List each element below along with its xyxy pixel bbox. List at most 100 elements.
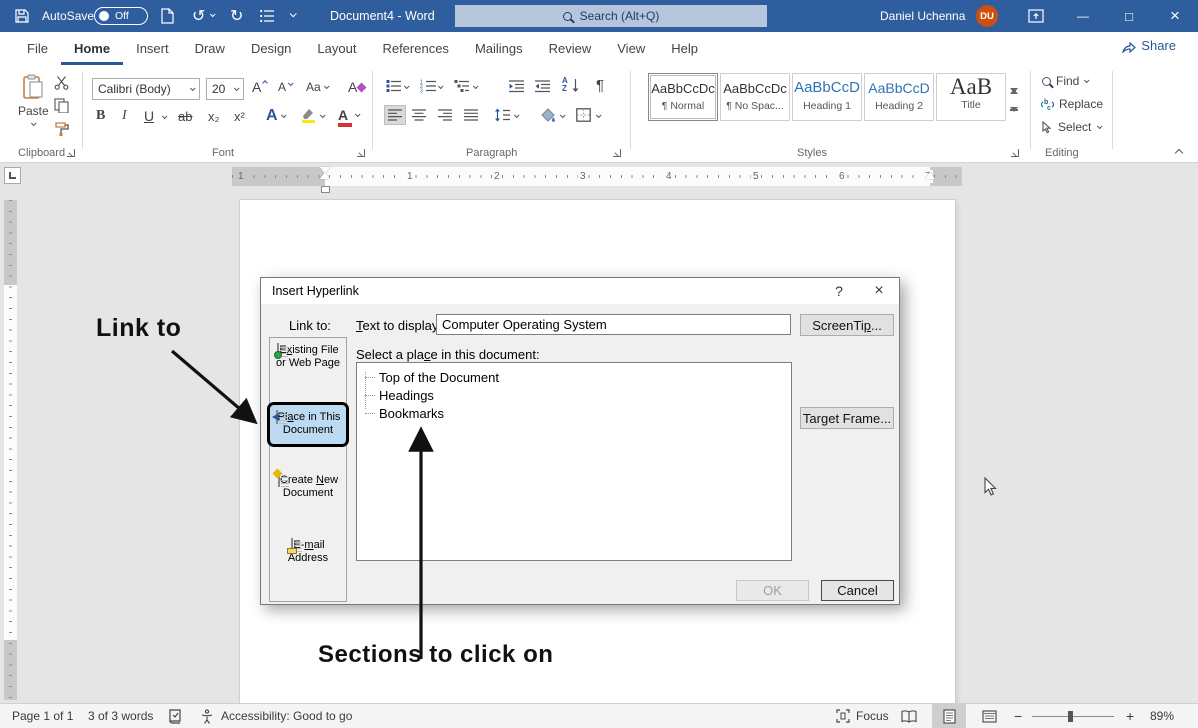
grow-font-button[interactable]: A [252,79,267,95]
dialog-title-bar[interactable]: Insert Hyperlink [261,278,899,304]
font-dialog-launcher-icon[interactable] [354,146,366,158]
close-button[interactable]: × [1158,0,1192,32]
shading-button[interactable] [540,108,556,122]
paragraph-dialog-launcher-icon[interactable] [610,146,622,158]
align-left-button[interactable] [384,105,406,125]
zoom-slider[interactable] [1032,716,1114,717]
style-no-spacing[interactable]: AaBbCcDc ¶ No Spac... [720,73,790,121]
tab-stop-selector[interactable] [4,167,21,184]
select-button[interactable]: Select [1042,120,1101,134]
font-name-select[interactable]: Calibri (Body) [92,78,200,100]
email-address-button[interactable]: E-mail Address [270,539,346,565]
undo-icon[interactable]: ↺ [192,6,205,26]
increase-indent-button[interactable] [534,79,551,93]
zoom-out-button[interactable]: − [1014,704,1022,728]
cut-icon[interactable] [54,75,69,90]
tab-help[interactable]: Help [658,32,711,65]
highlight-button[interactable] [300,107,316,123]
web-layout-button[interactable] [972,704,1006,728]
tab-layout[interactable]: Layout [304,32,369,65]
align-right-button[interactable] [438,109,452,121]
line-spacing-dropdown-icon[interactable] [514,112,520,118]
target-frame-button[interactable]: Target Frame... [800,407,894,429]
tab-draw[interactable]: Draw [182,32,238,65]
tab-home[interactable]: Home [61,32,123,65]
ok-button[interactable]: OK [736,580,809,601]
shading-dropdown-icon[interactable] [560,112,566,118]
maximize-button[interactable]: □ [1112,0,1146,32]
shrink-font-button[interactable]: A [278,80,292,94]
tab-insert[interactable]: Insert [123,32,182,65]
tab-mailings[interactable]: Mailings [462,32,536,65]
zoom-percentage[interactable]: 89% [1150,704,1174,728]
place-in-this-document-button[interactable]: Place in This Document [267,402,349,447]
vertical-ruler[interactable] [4,200,17,700]
text-effects-button[interactable]: A [266,107,285,125]
share-button[interactable]: Share [1122,38,1176,53]
create-new-document-button[interactable]: Create New Document [270,474,346,500]
format-painter-icon[interactable] [54,121,70,136]
zoom-slider-thumb[interactable] [1068,711,1073,722]
styles-scroll-down-icon[interactable] [1010,93,1018,107]
clear-formatting-button[interactable]: A [348,79,365,95]
horizontal-ruler[interactable]: 1 1 2 3 4 5 6 7 [232,167,962,186]
tab-file[interactable]: File [14,32,61,65]
find-button[interactable]: Find [1042,74,1088,88]
bold-button[interactable]: B [96,108,105,124]
change-case-button[interactable]: Aa [306,80,328,94]
italic-button[interactable]: I [122,108,127,124]
user-name[interactable]: Daniel Uchenna [880,9,965,23]
bullets-dropdown-icon[interactable] [404,83,410,89]
read-mode-button[interactable] [892,704,926,728]
tab-view[interactable]: View [604,32,658,65]
right-indent-marker[interactable] [925,172,935,179]
decrease-indent-button[interactable] [508,79,525,93]
paste-button[interactable]: Paste [18,74,49,126]
copy-icon[interactable] [54,98,69,113]
replace-button[interactable]: bc Replace [1040,97,1103,111]
underline-button[interactable]: U [144,108,154,124]
document-places-listbox[interactable]: Top of the Document Headings Bookmarks [356,362,792,561]
zoom-in-button[interactable]: + [1126,704,1134,728]
proofing-icon[interactable] [168,704,182,728]
tab-review[interactable]: Review [536,32,605,65]
existing-file-button[interactable]: Existing File or Web Page [270,344,346,370]
accessibility-status[interactable]: Accessibility: Good to go [221,704,352,728]
redo-icon[interactable]: ↻ [230,6,243,26]
screentip-button[interactable]: ScreenTip... [800,314,894,336]
accessibility-icon[interactable] [200,704,214,728]
tree-item-top-of-document[interactable]: Top of the Document [357,368,791,386]
style-heading1[interactable]: AaBbCcD Heading 1 [792,73,862,121]
ribbon-display-options-icon[interactable] [1028,8,1044,24]
styles-dialog-launcher-icon[interactable] [1008,146,1020,158]
line-spacing-button[interactable] [494,108,510,122]
page-indicator[interactable]: Page 1 of 1 [12,704,73,728]
focus-button[interactable]: Focus [836,704,889,728]
tab-references[interactable]: References [369,32,461,65]
left-indent-marker[interactable] [321,186,330,193]
styles-scroll-up-icon[interactable] [1010,75,1018,89]
highlight-dropdown-icon[interactable] [320,112,326,118]
multilevel-dropdown-icon[interactable] [473,83,479,89]
collapse-ribbon-icon[interactable] [1175,149,1183,157]
style-normal[interactable]: AaBbCcDc ¶ Normal [648,73,718,121]
underline-dropdown-icon[interactable] [162,113,168,119]
paragraph-marks-button[interactable]: ¶ [596,77,604,94]
minimize-button[interactable]: — [1066,0,1100,32]
print-layout-button[interactable] [932,704,966,728]
bullets-button[interactable] [386,79,402,93]
clipboard-dialog-launcher-icon[interactable] [64,146,76,158]
bullet-list-icon[interactable] [260,9,275,23]
numbering-button[interactable]: 123 [420,79,436,93]
word-count[interactable]: 3 of 3 words [88,704,153,728]
dialog-close-button[interactable]: × [859,278,899,304]
style-title[interactable]: AaB Title [936,73,1006,121]
qat-more-icon[interactable] [290,10,297,17]
font-size-select[interactable]: 20 [206,78,244,100]
tab-design[interactable]: Design [238,32,304,65]
avatar[interactable]: DU [976,5,998,27]
justify-button[interactable] [464,109,478,121]
text-to-display-input[interactable] [436,314,791,335]
tree-item-headings[interactable]: Headings [357,386,791,404]
autosave-toggle[interactable]: Off [94,7,148,25]
